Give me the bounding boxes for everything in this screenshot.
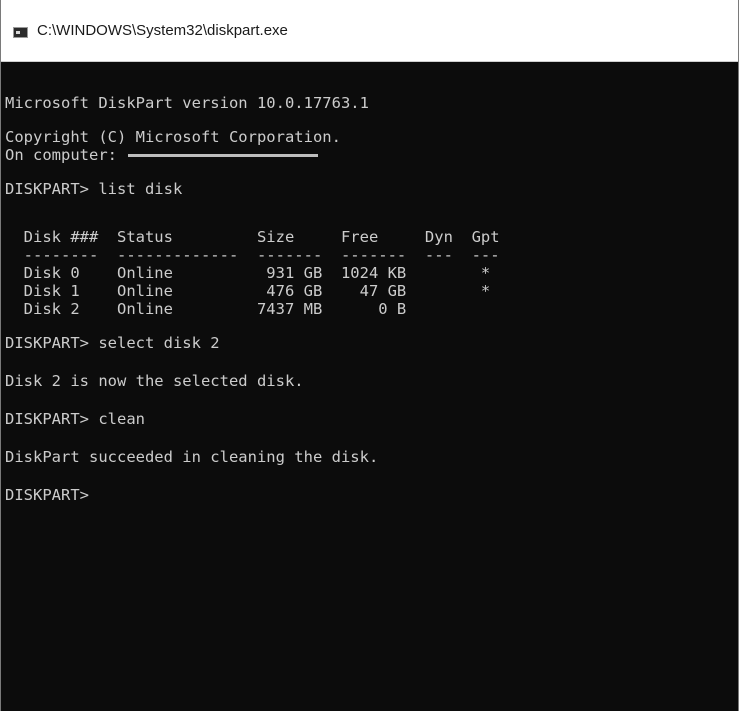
disk-table-separator: -------- ------------- ------- ------- -…: [5, 246, 500, 264]
window-title: C:\WINDOWS\System32\diskpart.exe: [37, 22, 288, 39]
console-app-icon[interactable]: [13, 27, 28, 38]
copyright-line: Copyright (C) Microsoft Corporation.: [5, 128, 341, 146]
select-result: Disk 2 is now the selected disk.: [5, 372, 304, 390]
computer-line: On computer:: [5, 146, 738, 164]
version-line: Microsoft DiskPart version 10.0.17763.1: [5, 94, 369, 112]
title-bar[interactable]: C:\WINDOWS\System32\diskpart.exe: [1, 0, 738, 62]
prompt-select-disk: DISKPART> select disk 2: [5, 334, 220, 352]
disk-row: Disk 2 Online 7437 MB 0 B: [5, 300, 407, 318]
prompt-clean: DISKPART> clean: [5, 410, 145, 428]
clean-result: DiskPart succeeded in cleaning the disk.: [5, 448, 379, 466]
console-output[interactable]: Microsoft DiskPart version 10.0.17763.1 …: [5, 90, 738, 711]
prompt-list-disk: DISKPART> list disk: [5, 180, 183, 198]
console-window: C:\WINDOWS\System32\diskpart.exe Microso…: [0, 0, 739, 711]
redacted-computer-name: [128, 154, 319, 157]
computer-label: On computer:: [5, 146, 127, 164]
prompt-final[interactable]: DISKPART>: [5, 482, 738, 508]
disk-table-header: Disk ### Status Size Free Dyn Gpt: [5, 228, 500, 246]
disk-row: Disk 1 Online 476 GB 47 GB *: [5, 282, 491, 300]
disk-row: Disk 0 Online 931 GB 1024 KB *: [5, 264, 491, 282]
